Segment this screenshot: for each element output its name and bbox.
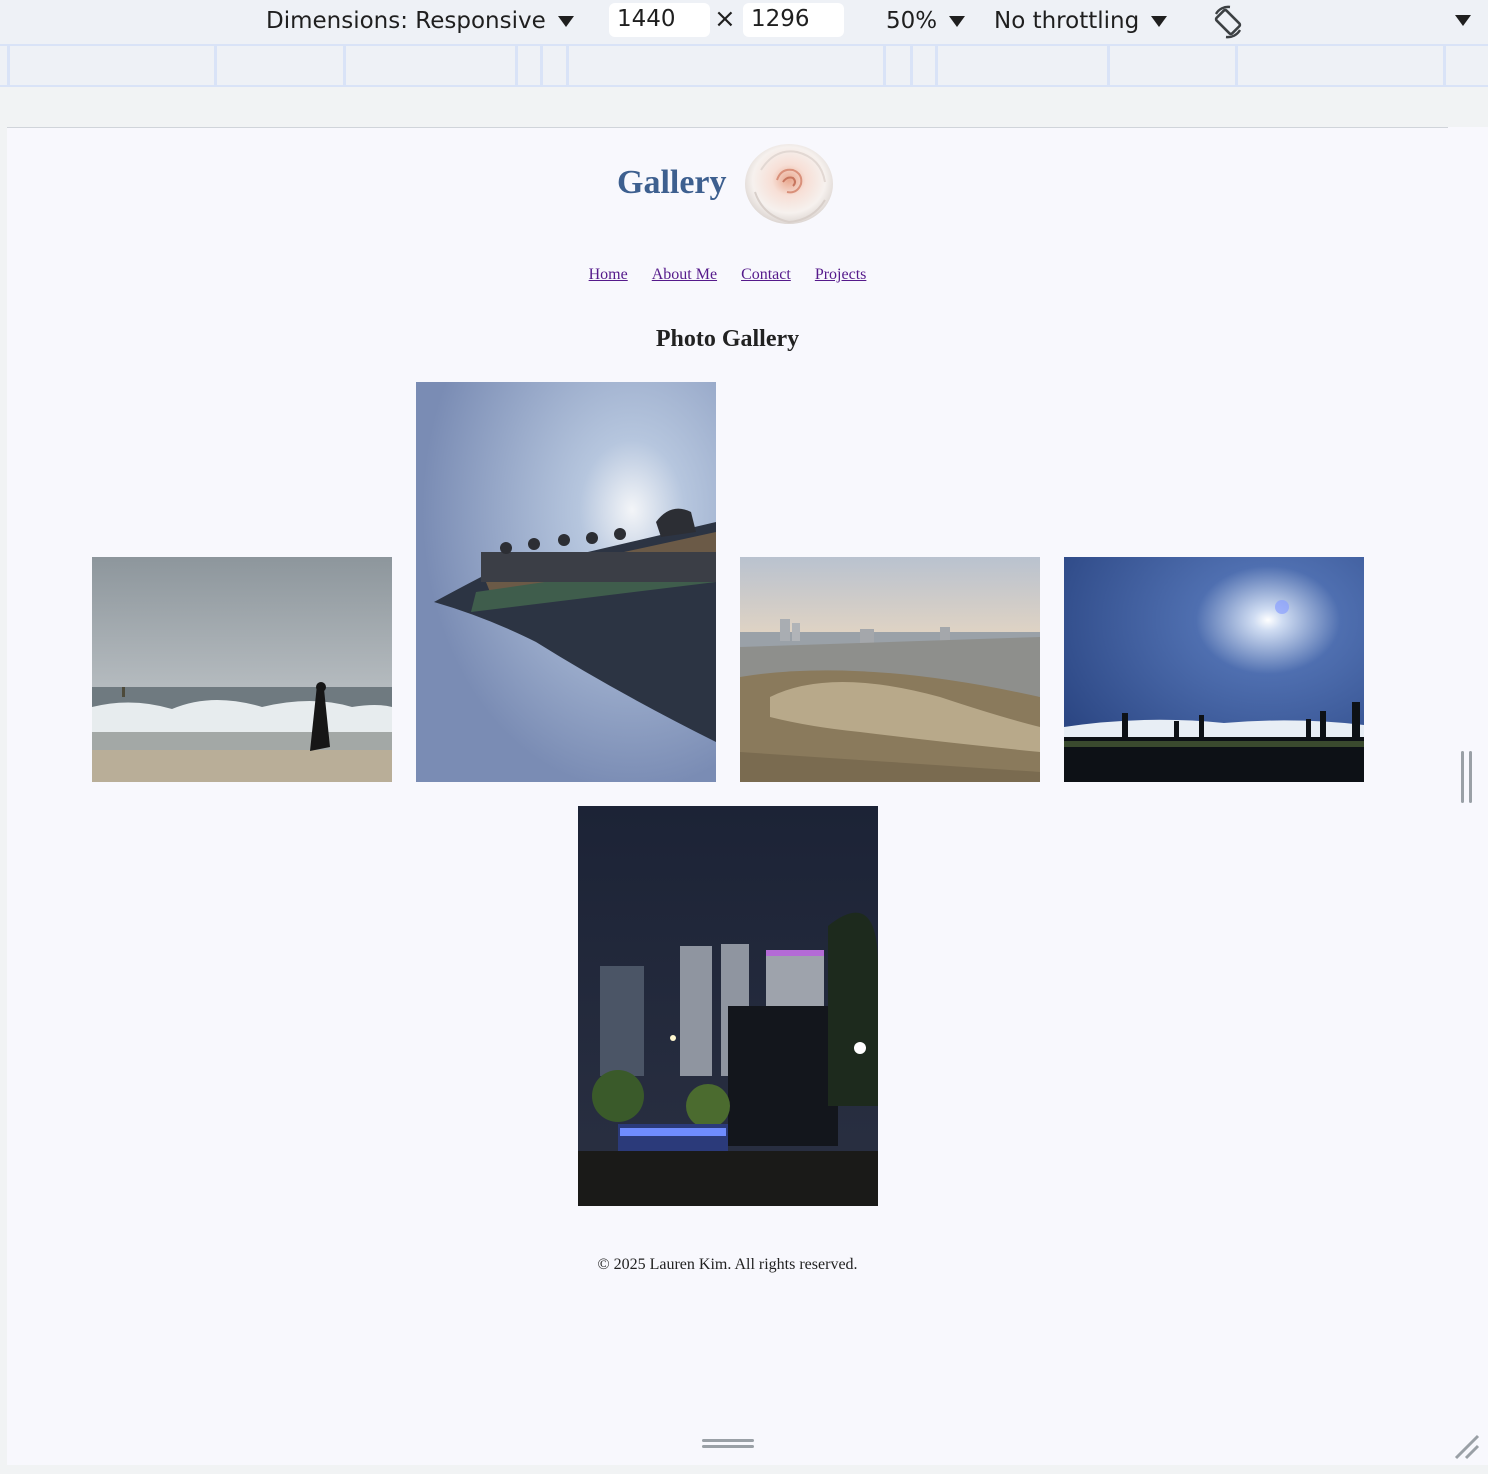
media-query-segment[interactable] xyxy=(566,46,569,85)
dimensions-label: Dimensions: Responsive xyxy=(266,8,546,34)
media-query-segment[interactable] xyxy=(1107,46,1110,85)
site-footer: © 2025 Lauren Kim. All rights reserved. xyxy=(597,1256,858,1273)
emulated-viewport: Gallery Home About Me Contact Projects P… xyxy=(7,127,1448,1465)
city-hill-photo[interactable] xyxy=(740,557,1040,782)
nav-link-projects[interactable]: Projects xyxy=(815,266,867,283)
rose-logo-image xyxy=(741,140,837,228)
nav-link-contact[interactable]: Contact xyxy=(741,266,791,283)
throttling-chevron-down-icon xyxy=(1151,15,1168,27)
media-query-segment[interactable] xyxy=(1235,46,1238,85)
more-options-chevron-down-icon[interactable] xyxy=(1455,15,1471,26)
device-toolbar: Dimensions: Responsive 1440 × 1296 50% N… xyxy=(0,0,1488,46)
media-query-segment[interactable] xyxy=(515,46,518,85)
media-query-segment[interactable] xyxy=(883,46,886,85)
main-nav: Home About Me Contact Projects xyxy=(7,266,1448,284)
right-resize-handle[interactable] xyxy=(1461,751,1473,803)
site-title: Gallery xyxy=(617,164,727,201)
media-query-segment[interactable] xyxy=(935,46,938,85)
throttling-label: No throttling xyxy=(994,8,1140,34)
zoom-dropdown[interactable]: 50% xyxy=(886,4,966,38)
media-query-segment[interactable] xyxy=(540,46,543,85)
photo-gallery-heading: Photo Gallery xyxy=(655,326,800,352)
media-query-segment[interactable] xyxy=(910,46,913,85)
media-query-segment[interactable] xyxy=(7,46,10,85)
beach-waves-photo[interactable] xyxy=(92,557,392,782)
corner-resize-icon[interactable] xyxy=(1452,1432,1482,1462)
media-query-segment[interactable] xyxy=(1443,46,1446,85)
media-query-segment[interactable] xyxy=(343,46,346,85)
height-input[interactable]: 1296 xyxy=(743,3,844,37)
throttling-dropdown[interactable]: No throttling xyxy=(994,4,1168,38)
night-city-photo[interactable] xyxy=(578,806,878,1206)
width-input[interactable]: 1440 xyxy=(609,3,710,37)
media-query-segment[interactable] xyxy=(214,46,217,85)
media-query-bar xyxy=(0,46,1488,87)
dimensions-chevron-down-icon xyxy=(557,15,574,27)
sun-silhouettes-photo[interactable] xyxy=(1064,557,1364,782)
zoom-chevron-down-icon xyxy=(949,15,966,27)
site-header: Gallery xyxy=(7,128,1448,238)
nav-link-about-me[interactable]: About Me xyxy=(652,266,717,283)
bottom-resize-handle[interactable] xyxy=(702,1439,754,1453)
rotate-icon[interactable] xyxy=(1208,2,1248,42)
palace-roof-photo[interactable] xyxy=(416,382,716,782)
dimensions-dropdown[interactable]: Dimensions: Responsive xyxy=(266,4,574,38)
zoom-label: 50% xyxy=(886,8,938,34)
nav-link-home[interactable]: Home xyxy=(589,266,628,283)
times-symbol: × xyxy=(714,4,736,34)
